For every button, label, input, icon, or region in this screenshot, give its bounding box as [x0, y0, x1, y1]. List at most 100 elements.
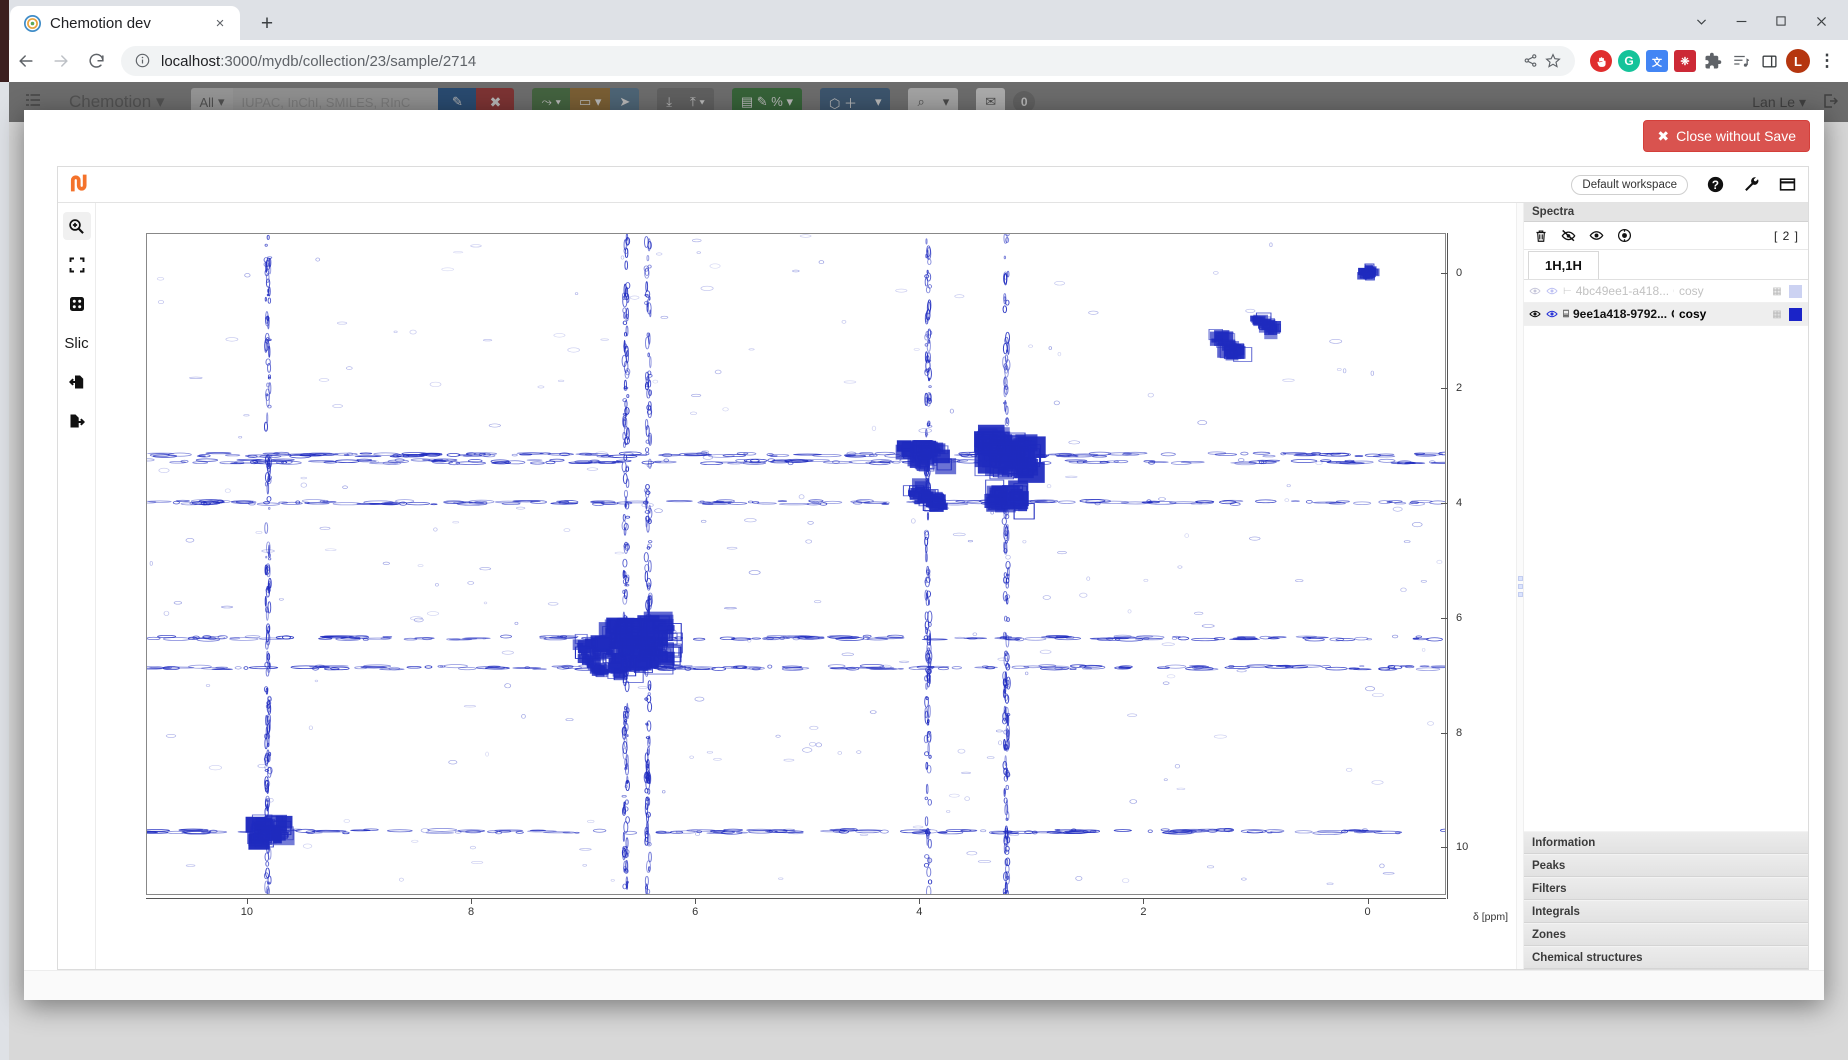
2d-icon: ⌸	[1563, 309, 1569, 320]
panel-peaks[interactable]: Peaks	[1524, 854, 1808, 877]
x-axis-tick-label: 10	[241, 906, 253, 918]
row-mini-chart-icon: ▦	[1770, 309, 1784, 320]
extensions-puzzle-icon[interactable]	[1702, 50, 1724, 72]
row-name: ⌸ 9ee1a418-9792...CDCl3	[1563, 307, 1674, 321]
window-maximize-button[interactable]	[1762, 6, 1800, 36]
x-axis-tick	[1143, 898, 1144, 904]
y-axis-tick	[1441, 618, 1447, 619]
wrench-icon[interactable]	[1742, 176, 1760, 194]
grammarly-extension-icon[interactable]: G	[1618, 50, 1640, 72]
close-button-label: Close without Save	[1676, 128, 1796, 144]
panel-chemical-structures[interactable]: Chemical structures	[1524, 946, 1808, 969]
back-button[interactable]	[10, 45, 42, 77]
close-without-save-button[interactable]: ✖ Close without Save	[1643, 120, 1810, 152]
nmrium-modal: ✖ Close without Save Default workspace ?	[24, 110, 1824, 1000]
cosy-contour-svg	[147, 234, 1445, 894]
browser-menu-icon[interactable]: ⋮	[1816, 50, 1838, 72]
target-icon[interactable]	[1617, 228, 1632, 243]
row-pulse-sequence: cosy	[1679, 307, 1765, 321]
import-tool[interactable]	[63, 368, 91, 396]
y-axis-tick-label: 8	[1456, 727, 1462, 739]
y-axis-tick-label: 4	[1456, 497, 1462, 509]
panel-zones[interactable]: Zones	[1524, 923, 1808, 946]
row-name: ⊢ 4bc49ee1-a418...CDCl3	[1563, 284, 1674, 298]
tab-strip: Chemotion dev × +	[0, 0, 1848, 40]
y-axis-tick-label: 2	[1456, 382, 1462, 394]
tab-close-icon[interactable]: ×	[210, 13, 230, 33]
panel-splitter[interactable]	[1516, 203, 1524, 969]
nmrium-header: Default workspace ?	[58, 167, 1808, 203]
playlist-icon[interactable]	[1730, 50, 1752, 72]
adblock-extension-icon[interactable]	[1590, 50, 1612, 72]
forward-button[interactable]	[45, 45, 77, 77]
window-icon[interactable]	[1778, 176, 1796, 194]
reload-button[interactable]	[80, 45, 112, 77]
x-axis-tick-label: 4	[916, 906, 922, 918]
eye-icon[interactable]	[1528, 285, 1541, 298]
nmrium-main: Slic 10 8 6 4 2 0	[58, 203, 1808, 969]
fid-icon: ⊢	[1563, 286, 1572, 297]
spectra-toolbar: [ 2 ]	[1524, 222, 1808, 250]
google-translate-extension-icon[interactable]: 文	[1646, 50, 1668, 72]
x-axis-tick	[471, 898, 472, 904]
eye-blue-icon[interactable]	[1545, 285, 1558, 298]
tab-title: Chemotion dev	[50, 15, 201, 32]
x-axis-tick-label: 0	[1364, 906, 1370, 918]
eye-blue-icon[interactable]	[1545, 308, 1558, 321]
panel-accordion: Information Peaks Filters Integrals Zone…	[1524, 831, 1808, 969]
y-axis-tick	[1441, 847, 1447, 848]
trash-icon[interactable]	[1533, 228, 1548, 243]
row-visibility-toggles	[1528, 285, 1558, 298]
table-row[interactable]: ⌸ 9ee1a418-9792...CDCl3 cosy ▦	[1524, 303, 1808, 326]
window-minimize-button[interactable]	[1722, 6, 1760, 36]
spectrum-viewer[interactable]: 1086420 0246810 δ [ppm]	[96, 203, 1516, 969]
y-axis-tick	[1441, 273, 1447, 274]
browser-tab[interactable]: Chemotion dev ×	[10, 6, 240, 40]
tab-search-chevron-icon[interactable]	[1682, 6, 1720, 36]
info-icon[interactable]	[135, 53, 151, 69]
x-axis-tick	[919, 898, 920, 904]
question-circle-icon[interactable]: ?	[1706, 176, 1724, 194]
export-tool[interactable]	[63, 407, 91, 435]
side-panel-icon[interactable]	[1758, 50, 1780, 72]
panel-information[interactable]: Information	[1524, 831, 1808, 854]
y-axis-tick	[1441, 733, 1447, 734]
zoom-tool[interactable]	[63, 212, 91, 240]
peak-picking-tool[interactable]	[63, 290, 91, 318]
panel-spacer	[1524, 326, 1808, 831]
eye-icon[interactable]	[1589, 228, 1604, 243]
workspace-selector[interactable]: Default workspace	[1571, 175, 1688, 195]
row-pulse-sequence: cosy	[1679, 284, 1765, 298]
tab-1h-1h[interactable]: 1H,1H	[1528, 251, 1599, 279]
address-bar[interactable]: localhost:3000/mydb/collection/23/sample…	[121, 46, 1575, 76]
chemotion-favicon-icon	[24, 15, 41, 32]
profile-avatar[interactable]: L	[1786, 49, 1810, 73]
right-panel: Spectra [ 2	[1524, 203, 1808, 969]
full-zoom-out-tool[interactable]	[63, 251, 91, 279]
share-icon[interactable]	[1523, 53, 1539, 69]
row-visibility-toggles	[1528, 308, 1558, 321]
window-close-button[interactable]	[1802, 6, 1840, 36]
x-axis-tick	[1368, 898, 1369, 904]
eye-icon[interactable]	[1528, 308, 1541, 321]
nmrium-logo-icon	[70, 173, 96, 197]
row-color-swatch[interactable]	[1789, 285, 1802, 298]
eye-slash-icon[interactable]	[1561, 228, 1576, 243]
slicing-tool[interactable]: Slic	[60, 329, 94, 357]
table-row[interactable]: ⊢ 4bc49ee1-a418...CDCl3 cosy ▦	[1524, 280, 1808, 303]
new-tab-button[interactable]: +	[252, 8, 282, 38]
y-axis-tick-label: 6	[1456, 612, 1462, 624]
x-axis-tick	[695, 898, 696, 904]
zotero-extension-icon[interactable]: ❈	[1674, 50, 1696, 72]
spectra-list: ⊢ 4bc49ee1-a418...CDCl3 cosy ▦	[1524, 280, 1808, 326]
close-icon: ✖	[1657, 128, 1669, 145]
row-color-swatch[interactable]	[1789, 308, 1802, 321]
contour-plot[interactable]	[146, 233, 1446, 895]
star-icon[interactable]	[1545, 53, 1561, 69]
row-mini-chart-icon: ▦	[1770, 286, 1784, 297]
splitter-grip-icon	[1518, 576, 1523, 597]
x-axis-tick-label: 2	[1140, 906, 1146, 918]
panel-integrals[interactable]: Integrals	[1524, 900, 1808, 923]
y-axis: 0246810	[1447, 233, 1448, 899]
panel-filters[interactable]: Filters	[1524, 877, 1808, 900]
